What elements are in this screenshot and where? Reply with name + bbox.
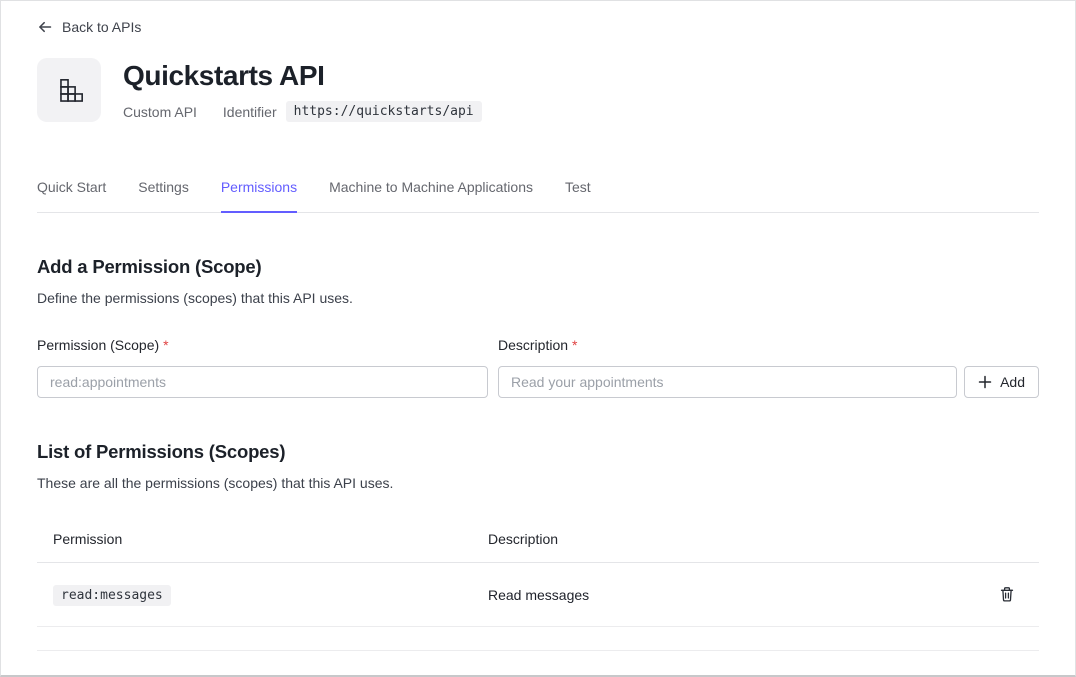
permission-scope-input[interactable] bbox=[37, 366, 488, 398]
add-permission-heading: Add a Permission (Scope) bbox=[37, 256, 1039, 278]
required-asterisk: * bbox=[163, 337, 168, 353]
api-detail-page: Back to APIs Quickstarts API bbox=[0, 0, 1076, 677]
add-button-label: Add bbox=[1000, 374, 1025, 390]
api-blocks-icon bbox=[54, 75, 84, 105]
column-header-permission: Permission bbox=[37, 531, 488, 547]
trash-icon bbox=[999, 586, 1015, 603]
api-meta: Custom API Identifier https://quickstart… bbox=[123, 101, 482, 122]
description-field-label: Description* bbox=[498, 337, 1039, 354]
table-row: read:messages Read messages bbox=[37, 563, 1039, 627]
api-tabs: Quick Start Settings Permissions Machine… bbox=[37, 179, 1039, 213]
tab-quick-start[interactable]: Quick Start bbox=[37, 179, 106, 213]
identifier-value-chip: https://quickstarts/api bbox=[286, 101, 482, 122]
arrow-left-icon bbox=[37, 19, 53, 35]
permissions-list-heading: List of Permissions (Scopes) bbox=[37, 441, 1039, 463]
permissions-list-description: These are all the permissions (scopes) t… bbox=[37, 475, 1039, 492]
permissions-list-section: List of Permissions (Scopes) These are a… bbox=[37, 441, 1039, 651]
back-to-apis-link[interactable]: Back to APIs bbox=[37, 19, 141, 35]
required-asterisk: * bbox=[572, 337, 577, 353]
identifier-label: Identifier bbox=[223, 104, 277, 120]
delete-permission-button[interactable] bbox=[995, 582, 1019, 607]
tab-permissions[interactable]: Permissions bbox=[221, 179, 297, 213]
add-permission-description: Define the permissions (scopes) that thi… bbox=[37, 290, 1039, 307]
permission-field-label: Permission (Scope)* bbox=[37, 337, 488, 354]
tab-settings[interactable]: Settings bbox=[138, 179, 189, 213]
add-permission-button[interactable]: Add bbox=[964, 366, 1039, 398]
tab-test[interactable]: Test bbox=[565, 179, 591, 213]
plus-icon bbox=[978, 375, 992, 389]
column-header-description: Description bbox=[488, 531, 975, 547]
back-link-label: Back to APIs bbox=[62, 19, 141, 35]
page-title: Quickstarts API bbox=[123, 60, 482, 92]
permission-description-cell: Read messages bbox=[488, 587, 975, 603]
permissions-table: Permission Description read:messages Rea… bbox=[37, 520, 1039, 651]
tab-machine-to-machine[interactable]: Machine to Machine Applications bbox=[329, 179, 533, 213]
add-permission-section: Add a Permission (Scope) Define the perm… bbox=[37, 256, 1039, 398]
table-row-empty bbox=[37, 627, 1039, 651]
api-avatar bbox=[37, 58, 101, 122]
permission-scope-chip: read:messages bbox=[53, 585, 171, 606]
api-type-label: Custom API bbox=[123, 104, 197, 120]
description-input[interactable] bbox=[498, 366, 957, 398]
api-header: Quickstarts API Custom API Identifier ht… bbox=[37, 58, 1039, 122]
table-header-row: Permission Description bbox=[37, 520, 1039, 563]
add-permission-form: Permission (Scope)* Description* bbox=[37, 337, 1039, 398]
